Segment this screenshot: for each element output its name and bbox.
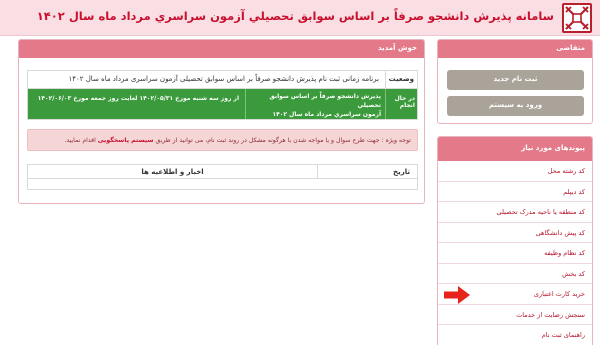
site-header: سامانه پذیرش دانشجو صرفاً بر اساس سوابق … [0,0,600,36]
arrow-pointer-icon [444,286,470,304]
date-range-cell: از روز سه شنبه مورخ ۱۴۰۲/۰۵/۳۱ لغایت روز… [37,95,239,102]
table-row: در حال انجام پذیرش دانشجو صرفاً بر اساس … [28,89,417,119]
link-registration-guide[interactable]: راهنمای ثبت نام [438,325,592,345]
login-button[interactable]: ورود به سیستم [447,96,584,116]
alert-text-suffix: اقدام نمایید. [64,137,96,144]
link-field-code[interactable]: کد رشته محل [438,161,592,182]
process-line-2: آزمون سراسري مرداد ماه سال ۱۴۰۲ [272,111,381,118]
page-title: سامانه پذیرش دانشجو صرفاً بر اساس سوابق … [36,9,554,23]
news-table: تاریخ اخبار و اطلاعیه ها [27,164,418,190]
link-district-code[interactable]: کد بخش [438,264,592,284]
links-panel-title: پیوندهای مورد نیاز [438,137,592,161]
support-system-link[interactable]: سیستم پاسخگویی [98,137,154,144]
link-diploma-code[interactable]: کد دیپلم [438,182,592,202]
applicant-panel-title: متقاضی [438,40,592,58]
link-satisfaction-survey[interactable]: سنجش رضایت از خدمات [438,305,592,325]
news-table-header: تاریخ اخبار و اطلاعیه ها [28,165,417,179]
notice-alert: توجه ویژه : جهت طرح سوال و یا مواجه شدن … [27,129,418,151]
status-cell: در حال انجام [385,89,417,119]
news-empty-row [28,179,417,189]
schedule-table-header: وضعیت برنامه زمانی ثبت نام پذیرش دانشجو … [28,71,417,89]
register-button[interactable]: ثبت نام جدید [447,70,584,90]
program-column-header: برنامه زمانی ثبت نام پذیرش دانشجو صرفاً … [68,75,379,83]
welcome-panel: خوش آمدید وضعیت برنامه زمانی ثبت نام پذی… [18,39,425,204]
process-line-1: پذیرش دانشجو صرفاً بر اساس سوابق تحصیلي [269,93,381,109]
process-cell: پذیرش دانشجو صرفاً بر اساس سوابق تحصیلي … [245,89,385,119]
sanjesh-logo-icon[interactable] [562,3,592,33]
links-panel: پیوندهای مورد نیاز کد رشته محل کد دیپلم … [437,136,593,345]
link-region-code[interactable]: کد منطقه یا ناحیه مدرک تحصیلی [438,202,592,223]
welcome-panel-title: خوش آمدید [19,40,424,58]
links-list: کد رشته محل کد دیپلم کد منطقه یا ناحیه م… [438,161,592,345]
applicant-panel: متقاضی ثبت نام جدید ورود به سیستم [437,39,593,124]
date-column-header: تاریخ [317,165,417,178]
alert-text-prefix: توجه ویژه : جهت طرح سوال و یا مواجه شدن … [155,137,411,144]
news-column-header: اخبار و اطلاعیه ها [141,168,204,176]
status-column-header: وضعیت [385,71,417,88]
link-preuniversity-code[interactable]: کد پیش دانشگاهی [438,223,592,243]
schedule-table: وضعیت برنامه زمانی ثبت نام پذیرش دانشجو … [27,70,418,120]
link-military-code[interactable]: کد نظام وظیفه [438,243,592,264]
